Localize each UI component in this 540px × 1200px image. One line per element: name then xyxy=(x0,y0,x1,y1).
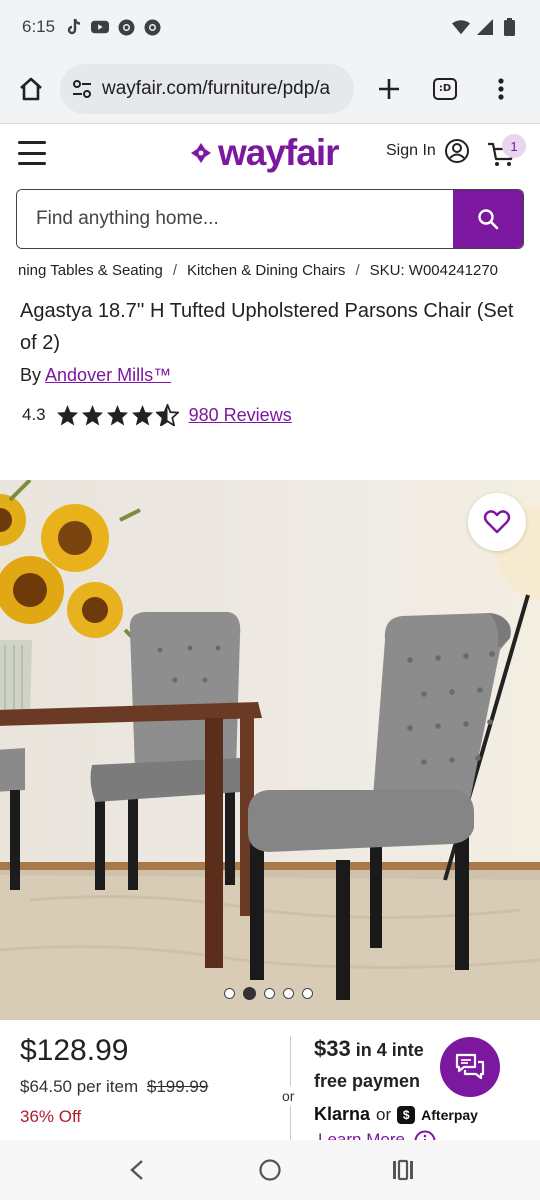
signal-icon xyxy=(476,18,494,36)
browser-home-button[interactable] xyxy=(14,72,48,106)
system-nav-bar xyxy=(0,1140,540,1200)
favorite-button[interactable] xyxy=(468,493,526,551)
hamburger-icon[interactable] xyxy=(18,141,46,165)
chrome-icon xyxy=(117,18,135,36)
chat-icon xyxy=(455,1053,485,1080)
star-half-icon xyxy=(155,404,179,426)
status-bar: 6:15 xyxy=(0,0,540,54)
by-prefix: By xyxy=(20,365,42,385)
back-button[interactable] xyxy=(117,1150,157,1190)
back-icon xyxy=(129,1160,143,1180)
sign-in-button[interactable]: Sign In xyxy=(386,138,470,164)
browser-menu-button[interactable] xyxy=(480,68,522,110)
breadcrumb: ning Tables & Seating / Kitchen & Dining… xyxy=(18,262,538,284)
chrome-icon xyxy=(143,18,161,36)
installment-line-2-text: free paymen xyxy=(314,1071,421,1091)
learn-more-link[interactable]: Learn More xyxy=(318,1130,436,1140)
rating-row: 4.3 980 Reviews xyxy=(22,400,292,430)
learn-more-label: Learn More xyxy=(318,1130,405,1140)
breadcrumb-separator: / xyxy=(172,262,178,279)
tune-icon[interactable] xyxy=(72,79,92,98)
cart-count-badge: 1 xyxy=(502,134,526,158)
product-byline: By Andover Mills™ xyxy=(20,365,171,386)
carousel-dots xyxy=(224,987,313,1000)
sign-in-label: Sign In xyxy=(386,142,436,159)
wayfair-pinwheel-icon xyxy=(191,143,211,163)
new-tab-button[interactable] xyxy=(368,68,410,110)
breadcrumb-item[interactable]: Kitchen & Dining Chairs xyxy=(187,262,345,284)
discount-badge: 36% Off xyxy=(20,1107,82,1126)
more-vert-icon xyxy=(498,77,504,100)
browser-toolbar: wayfair.com/furniture/pdp/a :D xyxy=(0,54,540,124)
recents-icon xyxy=(393,1159,414,1181)
per-item-price: $64.50 per item $199.99 xyxy=(20,1077,208,1097)
tab-switcher-button[interactable]: :D xyxy=(424,68,466,110)
carousel-dot[interactable] xyxy=(224,988,235,999)
klarna-logo: Klarna xyxy=(314,1104,371,1124)
carousel-dot[interactable] xyxy=(283,988,294,999)
wifi-icon xyxy=(452,18,470,36)
heart-icon xyxy=(483,510,511,534)
home-icon xyxy=(20,77,42,100)
wayfair-logo[interactable]: wayfair xyxy=(188,132,340,174)
per-item-label: $64.50 per item xyxy=(20,1077,139,1096)
product-image[interactable] xyxy=(0,480,540,1020)
price: $128.99 xyxy=(20,1034,129,1067)
notification-icons xyxy=(65,18,161,36)
breadcrumb-sku: SKU: W004241270 xyxy=(369,262,499,279)
chat-button[interactable] xyxy=(440,1037,500,1097)
site-header: wayfair Sign In 1 xyxy=(0,124,540,182)
account-icon xyxy=(444,139,469,163)
star-full-icon xyxy=(81,404,103,426)
status-time: 6:15 xyxy=(22,17,56,36)
reviews-link[interactable]: 980 Reviews xyxy=(189,405,292,426)
product-title: Agastya 18.7'' H Tufted Upholstered Pars… xyxy=(20,300,514,354)
tab-count: :D xyxy=(433,77,457,100)
breadcrumb-separator: / xyxy=(355,262,360,279)
star-full-icon xyxy=(56,404,78,426)
recents-button[interactable] xyxy=(383,1150,423,1190)
cart-button[interactable]: 1 xyxy=(486,134,526,172)
or-label: or xyxy=(282,1086,295,1106)
home-circle-icon xyxy=(259,1159,281,1181)
payment-providers: Klarna or $ Afterpay xyxy=(314,1104,478,1125)
afterpay-icon: $ xyxy=(397,1105,416,1124)
search-button[interactable] xyxy=(453,190,523,248)
was-price: $199.99 xyxy=(146,1077,209,1096)
breadcrumb-item[interactable]: ning Tables & Seating xyxy=(18,262,163,284)
rating-value: 4.3 xyxy=(22,405,46,424)
logo-text: wayfair xyxy=(218,132,340,173)
url-text: wayfair.com/furniture/pdp/a xyxy=(102,77,331,99)
star-rating xyxy=(56,404,179,426)
address-bar[interactable]: wayfair.com/furniture/pdp/a xyxy=(60,63,354,114)
carousel-dot[interactable] xyxy=(302,988,313,999)
afterpay-logo: Afterpay xyxy=(421,1106,478,1123)
carousel-dot-active[interactable] xyxy=(243,987,256,1000)
system-icons xyxy=(452,18,518,36)
info-icon xyxy=(414,1130,436,1140)
star-full-icon xyxy=(106,404,128,426)
brand-link[interactable]: Andover Mills™ xyxy=(45,365,171,385)
star-full-icon xyxy=(131,404,153,426)
installment-amount: $33 xyxy=(314,1036,351,1061)
installment-line-1: $33 in 4 inte xyxy=(314,1036,540,1062)
carousel-dot[interactable] xyxy=(264,988,275,999)
plus-icon xyxy=(379,78,399,99)
youtube-icon xyxy=(91,18,110,36)
search-input[interactable] xyxy=(17,190,453,248)
battery-icon xyxy=(500,18,518,36)
search-bar xyxy=(16,189,524,249)
installment-line-2: free paymen n xyxy=(314,1071,540,1092)
pay-or-label: or xyxy=(376,1104,392,1124)
tiktok-icon xyxy=(65,18,83,36)
search-icon xyxy=(478,209,499,230)
installment-text: in 4 inte xyxy=(350,1040,424,1060)
home-button[interactable] xyxy=(250,1150,290,1190)
product-photo xyxy=(0,480,540,1020)
